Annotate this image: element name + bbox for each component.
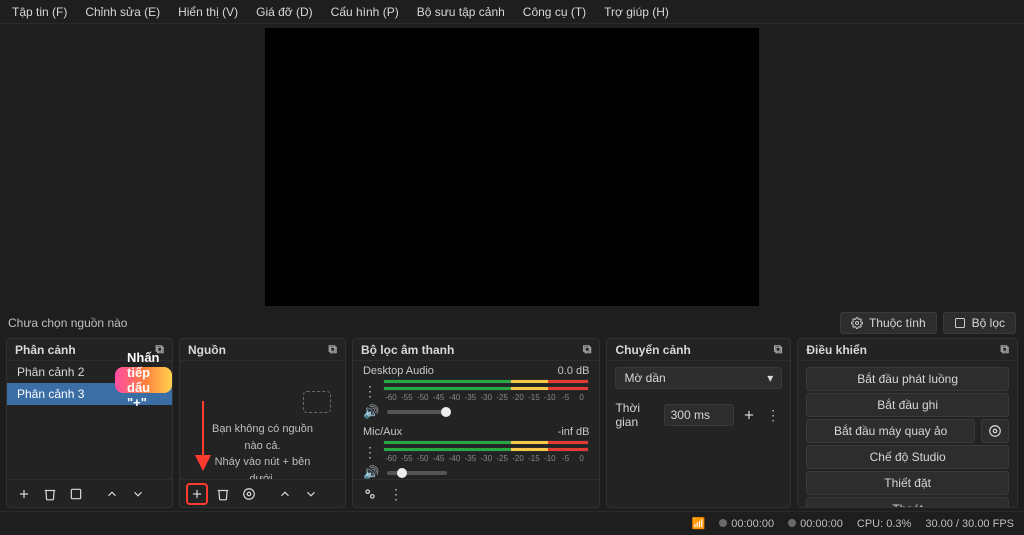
filters-button[interactable]: Bộ lọc	[943, 312, 1016, 334]
menu-edit[interactable]: Chỉnh sửa (E)	[77, 3, 168, 21]
virtualcam-settings-button[interactable]	[981, 419, 1009, 443]
properties-button[interactable]: Thuộc tính	[840, 312, 937, 334]
preview-area	[0, 24, 1024, 308]
scene-filters-button[interactable]	[65, 483, 87, 505]
transitions-dock: Chuyển cảnh ⧉ Mờ dần ▾ Thời gian ⋮	[606, 338, 791, 508]
channel-name: Mic/Aux	[363, 426, 402, 438]
scene-remove-button[interactable]	[39, 483, 61, 505]
no-source-label: Chưa chọn nguồn nào	[8, 316, 127, 330]
scene-move-up-button[interactable]	[101, 483, 123, 505]
popout-icon[interactable]: ⧉	[328, 342, 337, 357]
scenes-dock: Phân cảnh ⧉ Phân cảnh 2 Phân cảnh 3 Nhấn…	[6, 338, 173, 508]
volume-slider[interactable]	[387, 410, 447, 414]
start-virtualcam-button[interactable]: Bắt đầu máy quay ảo	[806, 419, 975, 443]
docks-row: Phân cảnh ⧉ Phân cảnh 2 Phân cảnh 3 Nhấn…	[0, 338, 1024, 508]
properties-label: Thuộc tính	[869, 316, 926, 330]
status-cpu: CPU: 0.3%	[857, 518, 911, 530]
transitions-title: Chuyển cảnh	[615, 343, 690, 357]
controls-title: Điều khiển	[806, 343, 867, 357]
statusbar: 📶 00:00:00 00:00:00 CPU: 0.3% 30.00 / 30…	[0, 511, 1024, 535]
source-remove-button[interactable]	[212, 483, 234, 505]
status-fps: 30.00 / 30.00 FPS	[925, 518, 1014, 530]
preview-canvas[interactable]	[265, 28, 759, 306]
start-recording-button[interactable]: Bắt đầu ghi	[806, 393, 1009, 417]
scene-move-down-button[interactable]	[127, 483, 149, 505]
audio-meter: -60-55-50-45-40-35-30-25-20-15-10-50	[383, 440, 589, 463]
audio-mixer-dock: Bộ lọc âm thanh ⧉ Desktop Audio 0.0 dB ⋮ …	[352, 338, 600, 508]
scene-add-button[interactable]	[13, 483, 35, 505]
duration-label: Thời gian	[615, 401, 657, 429]
callout-press-plus: Nhấn tiếp dấu "+"	[115, 367, 172, 393]
gear-icon	[851, 317, 863, 329]
controls-dock: Điều khiển ⧉ Bắt đầu phát luồng Bắt đầu …	[797, 338, 1018, 508]
channel-menu-icon[interactable]: ⋮	[363, 445, 377, 459]
live-indicator: 00:00:00	[719, 518, 774, 530]
source-move-down-button[interactable]	[300, 483, 322, 505]
channel-name: Desktop Audio	[363, 365, 434, 377]
start-streaming-button[interactable]: Bắt đầu phát luồng	[806, 367, 1009, 391]
mixer-advanced-button[interactable]	[359, 483, 381, 505]
menu-profile[interactable]: Cấu hình (P)	[323, 3, 407, 21]
popout-icon[interactable]: ⧉	[774, 342, 783, 357]
popout-icon[interactable]: ⧉	[583, 342, 592, 357]
menu-view[interactable]: Hiển thị (V)	[170, 3, 246, 21]
volume-slider[interactable]	[387, 471, 447, 475]
scenes-title: Phân cảnh	[15, 343, 76, 357]
channel-menu-icon[interactable]: ⋮	[363, 384, 377, 398]
menu-file[interactable]: Tập tin (F)	[4, 3, 75, 21]
popout-icon[interactable]: ⧉	[1000, 342, 1009, 357]
source-properties-button[interactable]	[238, 483, 260, 505]
mixer-channel-desktop: Desktop Audio 0.0 dB ⋮ -60-55-50-45-40-35…	[353, 361, 599, 422]
source-toolbar: Chưa chọn nguồn nào Thuộc tính Bộ lọc	[0, 308, 1024, 338]
volume-icon[interactable]: 🔊	[363, 465, 379, 479]
volume-icon[interactable]: 🔊	[363, 404, 379, 420]
menu-help[interactable]: Trợ giúp (H)	[596, 3, 677, 21]
filters-icon	[954, 317, 966, 329]
transition-menu-button[interactable]: ⋮	[764, 404, 782, 426]
exit-button[interactable]: Thoát	[806, 497, 1009, 507]
channel-level: -inf dB	[558, 426, 590, 438]
mixer-menu-button[interactable]: ⋮	[385, 483, 407, 505]
arrow-icon	[195, 401, 211, 471]
channel-level: 0.0 dB	[558, 365, 590, 377]
settings-button[interactable]: Thiết đặt	[806, 471, 1009, 495]
transition-select[interactable]: Mờ dần ▾	[615, 367, 782, 389]
group-placeholder-icon	[303, 391, 331, 413]
source-add-button[interactable]	[186, 483, 208, 505]
menubar: Tập tin (F) Chỉnh sửa (E) Hiển thị (V) G…	[0, 0, 1024, 24]
mixer-title: Bộ lọc âm thanh	[361, 343, 454, 357]
studio-mode-button[interactable]: Chế độ Studio	[806, 445, 1009, 469]
sources-title: Nguồn	[188, 343, 226, 357]
filters-label: Bộ lọc	[972, 316, 1005, 330]
duration-input[interactable]	[664, 404, 734, 426]
rec-indicator: 00:00:00	[788, 518, 843, 530]
transition-add-button[interactable]	[740, 404, 758, 426]
mixer-channel-mic: Mic/Aux -inf dB ⋮ -60-55-50-45-40-35-30-2…	[353, 422, 599, 479]
audio-meter: -60-55-50-45-40-35-30-25-20-15-10-50	[383, 379, 589, 402]
menu-docks[interactable]: Giá đỡ (D)	[248, 3, 321, 21]
menu-scene-collection[interactable]: Bộ sưu tập cảnh	[409, 3, 513, 21]
chevron-down-icon: ▾	[767, 371, 773, 385]
source-move-up-button[interactable]	[274, 483, 296, 505]
menu-tools[interactable]: Công cụ (T)	[515, 3, 594, 21]
network-icon: 📶	[692, 517, 706, 530]
